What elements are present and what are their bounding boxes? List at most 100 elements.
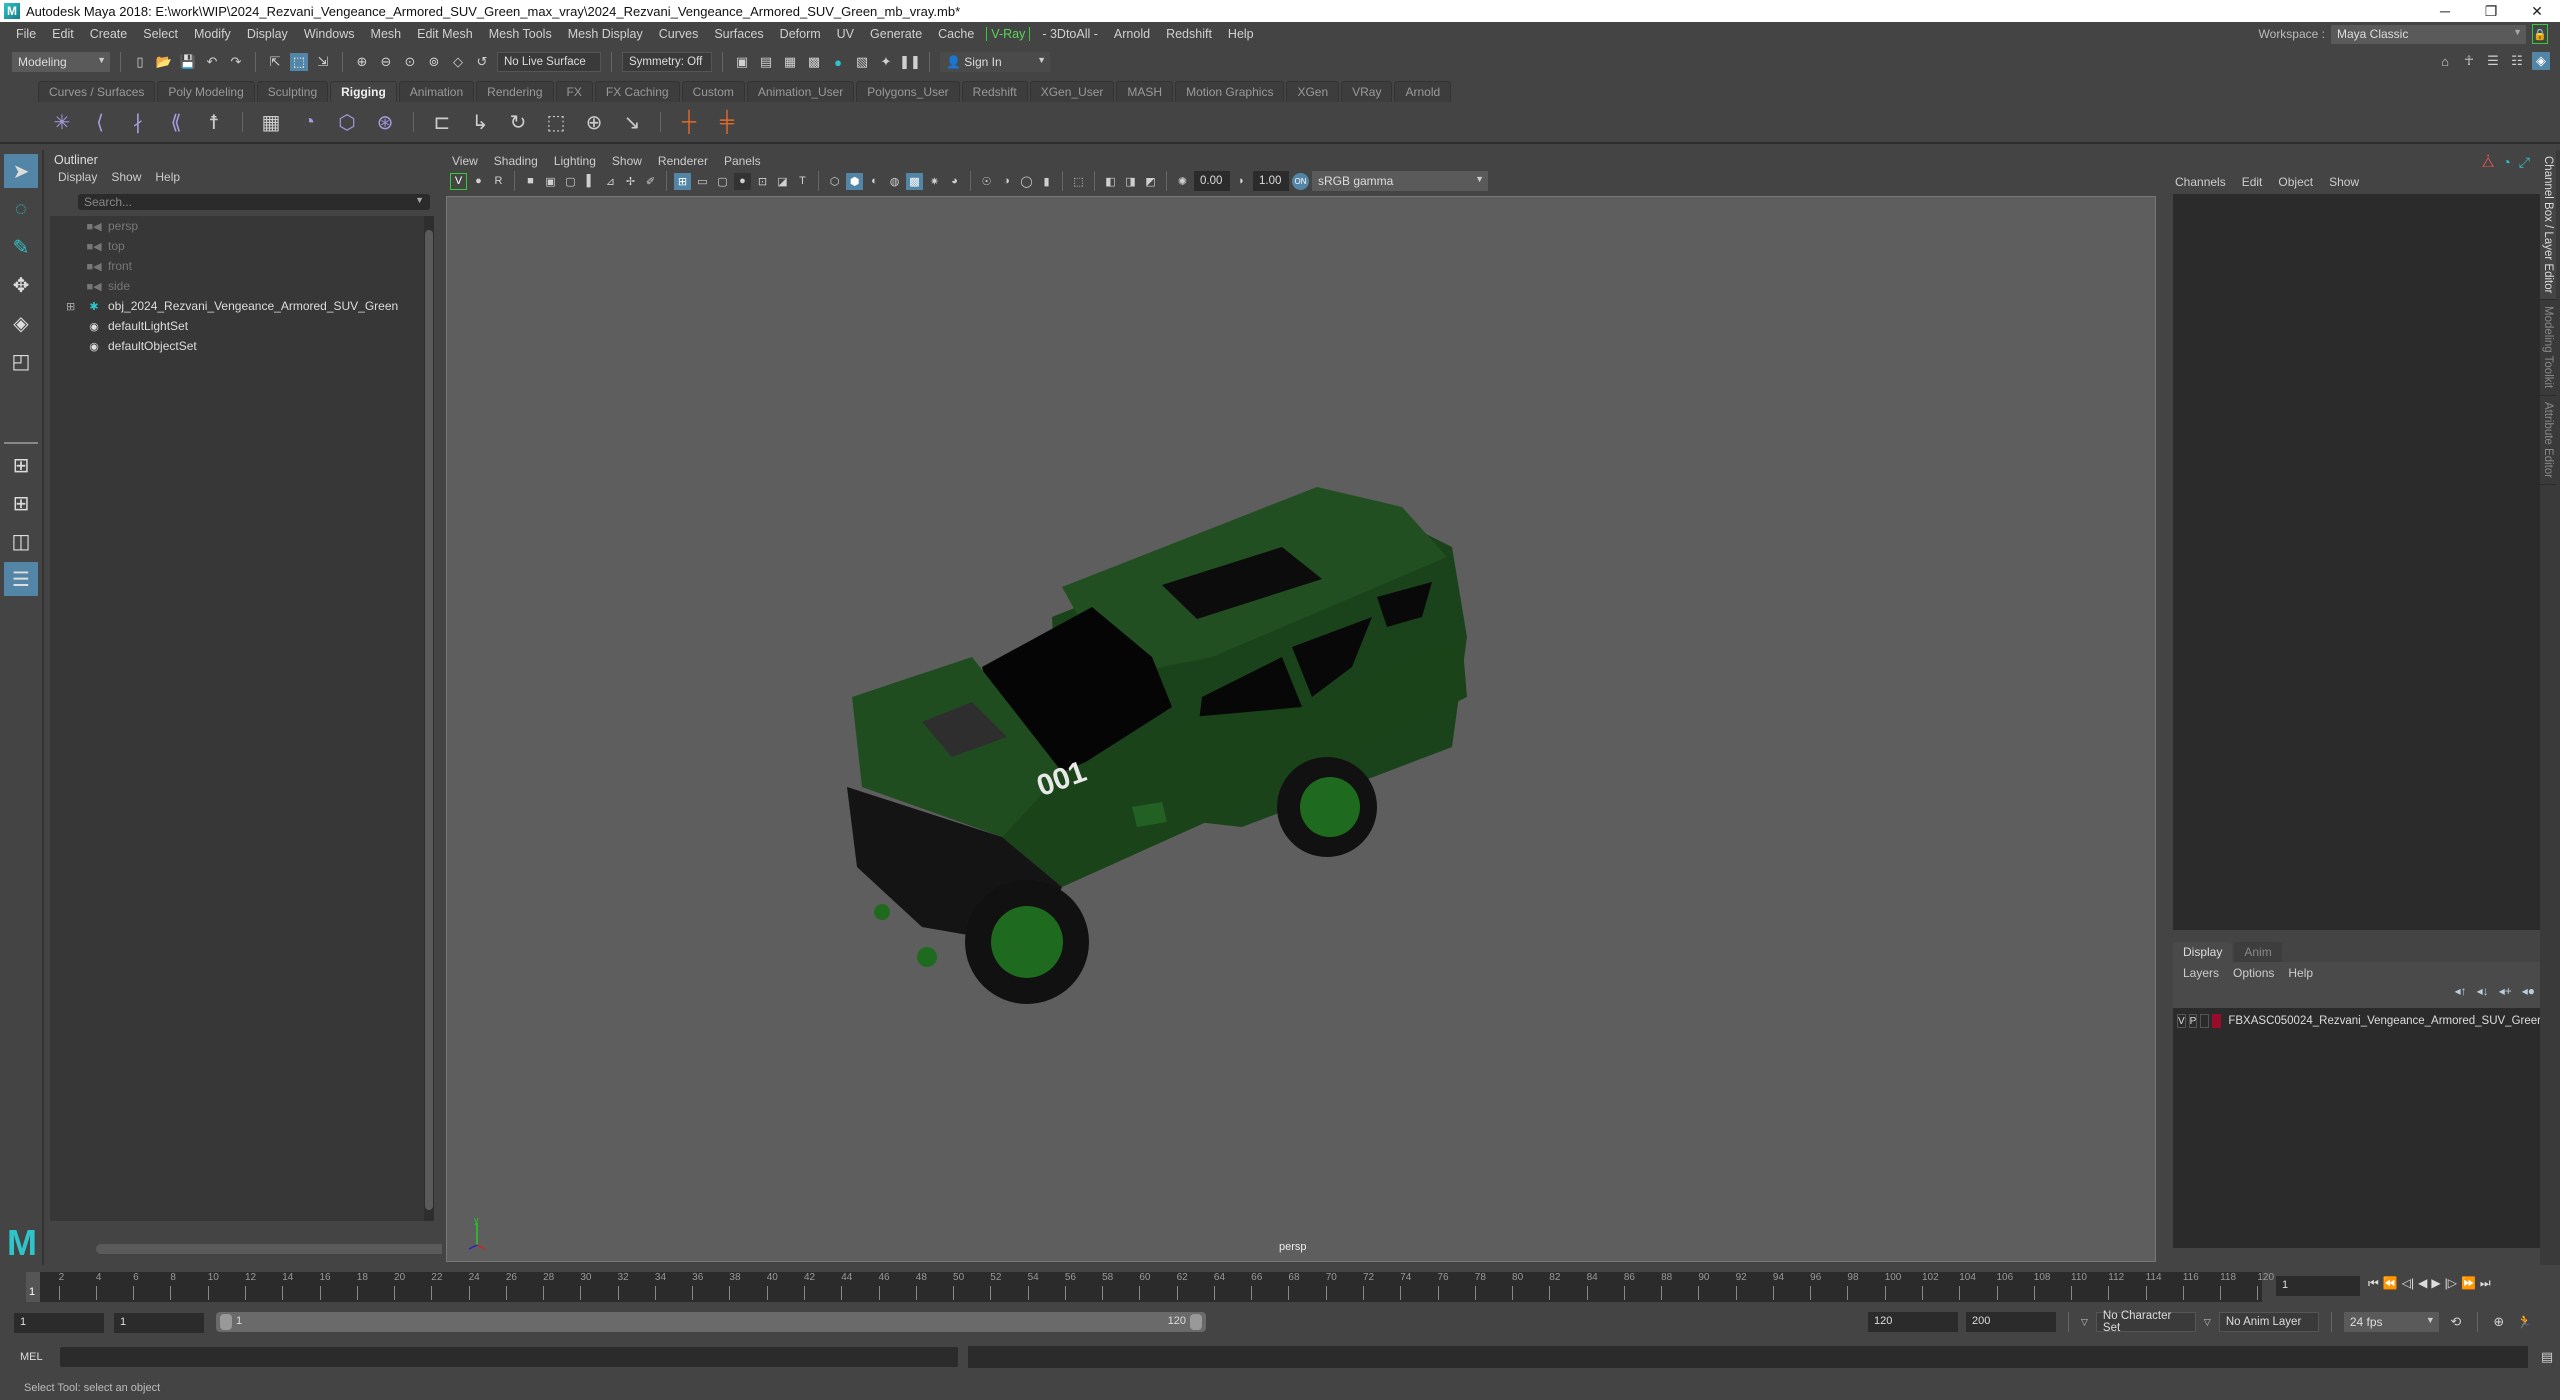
- redo-icon[interactable]: ↷: [227, 53, 245, 71]
- viewport-menu-show[interactable]: Show: [612, 154, 642, 168]
- suv-model[interactable]: 001: [447, 197, 2156, 1262]
- outliner-search-input[interactable]: Search...: [78, 194, 430, 210]
- shelf-tab-xgen[interactable]: XGen: [1286, 81, 1340, 102]
- ambient-occlusion-icon[interactable]: ☉: [978, 173, 995, 190]
- viewport-menu-shading[interactable]: Shading: [494, 154, 538, 168]
- side-tab-channel-box-layer-editor[interactable]: Channel Box / Layer Editor: [2540, 150, 2556, 301]
- snap-grid-icon[interactable]: ⊕: [353, 53, 371, 71]
- fps-dropdown[interactable]: 24 fps ▼: [2343, 1312, 2439, 1332]
- minimize-button[interactable]: ─: [2422, 0, 2468, 22]
- orange-cross-link-icon[interactable]: ╪: [713, 108, 741, 136]
- side-tab-attribute-editor[interactable]: Attribute Editor: [2540, 396, 2556, 485]
- shelf-tab-sculpting[interactable]: Sculpting: [256, 81, 329, 102]
- menu-surfaces[interactable]: Surfaces: [706, 27, 771, 41]
- xray-active-components-icon[interactable]: ◩: [1142, 173, 1159, 190]
- select-component-icon[interactable]: ⇲: [314, 53, 332, 71]
- resolution-gate-icon[interactable]: ▢: [714, 173, 731, 190]
- layer-tab-anim[interactable]: Anim: [2234, 942, 2282, 962]
- select-tool-icon[interactable]: ➤: [4, 154, 38, 188]
- outliner-item[interactable]: ■◀ side: [50, 276, 430, 296]
- film-gate-icon[interactable]: ▭: [694, 173, 711, 190]
- save-scene-icon[interactable]: 💾: [179, 53, 197, 71]
- render-settings-icon[interactable]: ▩: [805, 53, 823, 71]
- menu-select[interactable]: Select: [135, 27, 186, 41]
- step-forward-frame-icon[interactable]: |▷: [2445, 1276, 2457, 1291]
- bookmarks-icon[interactable]: ▌: [582, 173, 599, 190]
- go-to-start-icon[interactable]: ⏮: [2368, 1276, 2379, 1291]
- ipr-render-icon[interactable]: ▦: [781, 53, 799, 71]
- snap-projected-icon[interactable]: ⊚: [425, 53, 443, 71]
- humanik-icon[interactable]: ☨: [200, 108, 228, 136]
- loop-icon[interactable]: ⟲: [2447, 1313, 2465, 1331]
- shelf-tab-fx-caching[interactable]: FX Caching: [594, 81, 680, 102]
- safe-title-icon[interactable]: T: [794, 173, 811, 190]
- expand-icon[interactable]: ⊞: [66, 300, 75, 313]
- exposure-field[interactable]: 0.00: [1194, 171, 1230, 191]
- snap-point-icon[interactable]: ⊙: [401, 53, 419, 71]
- new-scene-icon[interactable]: ▯: [131, 53, 149, 71]
- lock-icon[interactable]: 🔒: [2532, 24, 2548, 44]
- menu-create[interactable]: Create: [82, 27, 136, 41]
- bind-skin-icon[interactable]: ◔: [295, 108, 323, 136]
- pole-vector-icon[interactable]: ↘: [618, 108, 646, 136]
- channel-box-menu-channels[interactable]: Channels: [2175, 175, 2226, 189]
- anim-layer-arrow-icon[interactable]: ▽: [2204, 1317, 2211, 1328]
- playback-end-field[interactable]: 120: [1868, 1312, 1958, 1332]
- menu-curves[interactable]: Curves: [651, 27, 707, 41]
- menu-file[interactable]: File: [8, 27, 44, 41]
- outliner-menu-show[interactable]: Show: [111, 170, 141, 188]
- pause-icon[interactable]: ❚❚: [899, 53, 921, 71]
- outliner-item[interactable]: ■◀ top: [50, 236, 430, 256]
- safe-action-icon[interactable]: ◪: [774, 173, 791, 190]
- shelf-tab-animation-user[interactable]: Animation_User: [746, 81, 855, 102]
- playback-start-field[interactable]: 1: [114, 1313, 204, 1333]
- timeline-ticks[interactable]: 1 2 4 6 8 10 12 14 16 18 20 22 24 26 28 30 32 34 36 38 40 42 4…: [26, 1272, 2274, 1302]
- shelf-tab-mash[interactable]: MASH: [1116, 81, 1174, 102]
- use-all-lights-icon[interactable]: ✷: [926, 173, 943, 190]
- shelf-tab-motion-graphics[interactable]: Motion Graphics: [1175, 81, 1285, 102]
- open-scene-icon[interactable]: 📂: [155, 53, 173, 71]
- play-backwards-icon[interactable]: ◀: [2418, 1276, 2427, 1291]
- four-view-icon[interactable]: ⊞: [4, 486, 38, 520]
- close-button[interactable]: ✕: [2514, 0, 2560, 22]
- wireframe-icon[interactable]: ⬡: [826, 173, 843, 190]
- shelf-tab-poly-modeling[interactable]: Poly Modeling: [157, 81, 255, 102]
- ik-spline-icon[interactable]: ∤: [124, 108, 152, 136]
- menu-cache[interactable]: Cache: [930, 27, 982, 41]
- outliner-persp-layout-icon[interactable]: ☰: [4, 562, 38, 596]
- layer-menu-options[interactable]: Options: [2233, 966, 2274, 980]
- step-back-frame-icon[interactable]: ◁|: [2402, 1276, 2414, 1291]
- orient-constraint-icon[interactable]: ↻: [504, 108, 532, 136]
- undo-icon[interactable]: ↶: [203, 53, 221, 71]
- menu-arnold[interactable]: Arnold: [1106, 27, 1158, 41]
- layer-menu-layers[interactable]: Layers: [2183, 966, 2219, 980]
- textured-icon[interactable]: ▩: [906, 172, 923, 190]
- render-sequence-icon[interactable]: ▤: [757, 53, 775, 71]
- channel-box-icon[interactable]: ◈: [2532, 52, 2550, 70]
- default-material-icon[interactable]: ◐: [866, 173, 883, 190]
- bookmark-icon[interactable]: R: [490, 173, 507, 190]
- xray-joints-icon[interactable]: ◨: [1122, 173, 1139, 190]
- go-to-end-icon[interactable]: ⏭: [2480, 1276, 2491, 1291]
- shelf-tab-arnold[interactable]: Arnold: [1394, 81, 1452, 102]
- shelf-tab-rigging[interactable]: Rigging: [330, 81, 397, 102]
- 2d-pan-zoom-icon[interactable]: ✢: [622, 173, 639, 190]
- tool-settings-icon[interactable]: ☷: [2508, 52, 2526, 70]
- paint-skin-weights-icon[interactable]: ▦: [257, 108, 285, 136]
- shelf-tab-custom[interactable]: Custom: [681, 81, 745, 102]
- layer-row[interactable]: V P FBXASC050024_Rezvani_Vengeance_Armored…: [2177, 1012, 2541, 1030]
- camera-attrs-icon[interactable]: ●: [470, 173, 487, 190]
- menu-deform[interactable]: Deform: [772, 27, 829, 41]
- menu-redshift[interactable]: Redshift: [1158, 27, 1220, 41]
- menu-v-ray[interactable]: V-Ray: [986, 27, 1031, 41]
- render-view-icon[interactable]: ▧: [853, 53, 871, 71]
- channel-box-menu-object[interactable]: Object: [2278, 175, 2313, 189]
- step-back-key-icon[interactable]: ⏪: [2383, 1276, 2398, 1291]
- range-slider[interactable]: 1 120: [216, 1312, 1206, 1332]
- channel-box-menu-edit[interactable]: Edit: [2242, 175, 2263, 189]
- select-hierarchy-icon[interactable]: ⇱: [266, 53, 284, 71]
- grease-pencil-icon[interactable]: ✐: [642, 173, 659, 190]
- xray-icon[interactable]: ◧: [1102, 173, 1119, 190]
- anim-prefs-icon[interactable]: 🏃: [2516, 1313, 2534, 1331]
- character-set-dropdown[interactable]: No Character Set: [2095, 1310, 2196, 1334]
